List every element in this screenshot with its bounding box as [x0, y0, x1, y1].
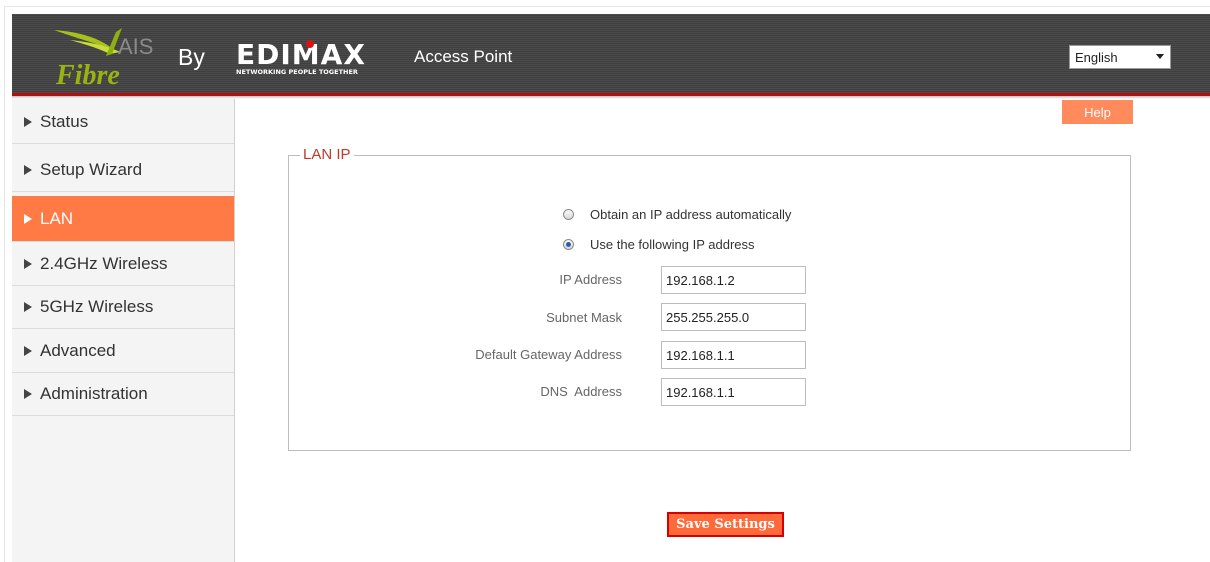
ip-address-input[interactable] — [661, 266, 806, 294]
save-settings-button[interactable]: Save Settings — [667, 512, 784, 537]
dns-address-input[interactable] — [661, 378, 806, 406]
dns-address-label: DNS Address — [540, 384, 622, 399]
sidebar-item-5ghz-wireless[interactable]: 5GHz Wireless — [12, 286, 234, 329]
product-title: Access Point — [414, 47, 513, 66]
triangle-right-icon — [24, 165, 32, 175]
svg-text:NETWORKING PEOPLE TOGETHER: NETWORKING PEOPLE TOGETHER — [236, 68, 358, 76]
page-border-left — [4, 6, 5, 562]
radio-label-obtain-auto: Obtain an IP address automatically — [590, 207, 792, 222]
svg-text:Fibre: Fibre — [55, 60, 120, 88]
sidebar-item-label: LAN — [40, 208, 74, 228]
ais-fibre-logo: AIS Fibre — [54, 28, 153, 88]
svg-text:EDIMAX: EDIMAX — [236, 40, 366, 71]
page-border-top — [4, 6, 1210, 7]
sidebar: Status Setup Wizard LAN 2.4GHz Wireless … — [12, 99, 235, 562]
sidebar-item-label: 2.4GHz Wireless — [40, 254, 168, 273]
sidebar-item-label: Setup Wizard — [40, 160, 143, 179]
by-label: By — [178, 44, 205, 70]
sidebar-item-administration[interactable]: Administration — [12, 373, 234, 416]
sidebar-item-advanced[interactable]: Advanced — [12, 330, 234, 373]
edimax-logo: EDIMAX NETWORKING PEOPLE TOGETHER — [236, 40, 366, 76]
lan-ip-legend: LAN IP — [300, 146, 354, 163]
language-select[interactable]: English — [1069, 45, 1171, 69]
help-button[interactable]: Help — [1062, 100, 1133, 124]
sidebar-item-label: Administration — [40, 384, 148, 403]
subnet-mask-input[interactable] — [661, 303, 806, 331]
ip-address-label: IP Address — [559, 272, 622, 287]
radio-label-use-following: Use the following IP address — [590, 237, 755, 252]
triangle-right-icon — [24, 389, 32, 399]
radio-option-use-following[interactable]: Use the following IP address — [563, 237, 755, 252]
language-select-value: English — [1075, 49, 1118, 65]
radio-option-obtain-auto[interactable]: Obtain an IP address automatically — [563, 207, 791, 222]
subnet-mask-label: Subnet Mask — [546, 310, 622, 325]
triangle-right-icon — [24, 259, 32, 269]
triangle-right-icon — [24, 117, 32, 127]
default-gateway-input[interactable] — [661, 341, 806, 369]
sidebar-item-2-4ghz-wireless[interactable]: 2.4GHz Wireless — [12, 243, 234, 286]
sidebar-item-setup-wizard[interactable]: Setup Wizard — [12, 149, 234, 192]
radio-button-obtain-auto[interactable] — [563, 209, 574, 220]
svg-text:AIS: AIS — [118, 34, 153, 59]
triangle-right-icon — [24, 346, 32, 356]
sidebar-item-label: 5GHz Wireless — [40, 297, 154, 316]
triangle-right-icon — [24, 302, 32, 312]
default-gateway-label: Default Gateway Address — [475, 347, 622, 362]
sidebar-item-lan[interactable]: LAN — [12, 196, 234, 242]
header-bar: AIS Fibre By EDIMAX NETWORKING PEOPLE TO… — [12, 14, 1210, 96]
sidebar-item-label: Status — [40, 112, 89, 131]
radio-button-use-following[interactable] — [563, 239, 574, 250]
triangle-right-icon — [24, 213, 32, 224]
sidebar-item-label: Advanced — [40, 341, 116, 360]
chevron-down-icon — [1156, 54, 1164, 59]
sidebar-item-status[interactable]: Status — [12, 101, 234, 144]
